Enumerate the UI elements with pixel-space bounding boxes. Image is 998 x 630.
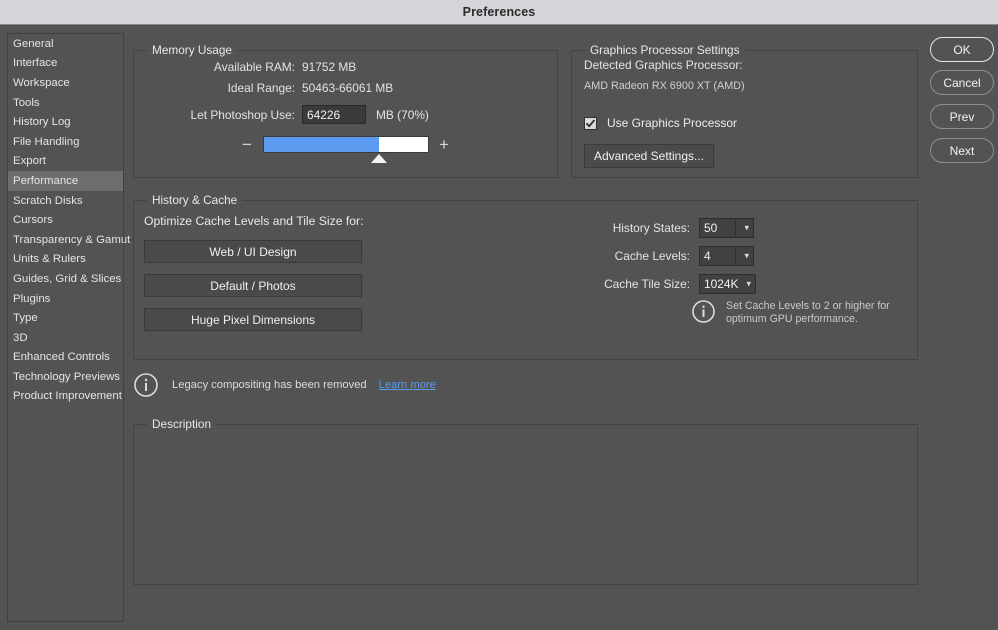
graphics-processor-panel: Graphics Processor Settings Detected Gra… <box>571 43 918 178</box>
dropdown-separator <box>735 219 736 237</box>
sidebar-item-cursors[interactable]: Cursors <box>8 210 123 230</box>
next-button[interactable]: Next <box>930 138 994 163</box>
preset-default-photos-button[interactable]: Default / Photos <box>144 274 362 297</box>
cache-levels-hint-line1: Set Cache Levels to 2 or higher for <box>726 300 890 312</box>
history-states-row: History States: 50 ▾ <box>569 218 754 238</box>
memory-usage-legend: Memory Usage <box>147 43 237 57</box>
ideal-range-value: 50463-66061 MB <box>302 81 394 95</box>
graphics-processor-legend: Graphics Processor Settings <box>585 43 745 57</box>
checkmark-icon <box>585 119 596 128</box>
detected-gpu-label: Detected Graphics Processor: <box>584 58 743 72</box>
use-graphics-processor-checkbox[interactable]: Use Graphics Processor <box>584 116 737 130</box>
cache-levels-dropdown[interactable]: 4 ▾ <box>699 246 754 266</box>
cache-levels-hint-text: Set Cache Levels to 2 or higher for opti… <box>716 299 890 326</box>
sidebar-item-workspace[interactable]: Workspace <box>8 73 123 93</box>
history-states-label: History States: <box>612 221 690 235</box>
sidebar-item-tools[interactable]: Tools <box>8 93 123 113</box>
description-legend: Description <box>147 417 217 431</box>
let-photoshop-use-row: Let Photoshop Use: MB (70%) <box>134 105 429 124</box>
sidebar-item-plugins[interactable]: Plugins <box>8 289 123 309</box>
preset-huge-pixel-dimensions-button[interactable]: Huge Pixel Dimensions <box>144 308 362 331</box>
advanced-settings-button[interactable]: Advanced Settings... <box>584 144 714 168</box>
cache-tile-size-label: Cache Tile Size: <box>604 277 690 291</box>
sidebar-item-guides-grid-slices[interactable]: Guides, Grid & Slices <box>8 269 123 289</box>
detected-gpu-value: AMD Radeon RX 6900 XT (AMD) <box>584 80 745 92</box>
sidebar-item-file-handling[interactable]: File Handling <box>8 132 123 152</box>
ideal-range-row: Ideal Range: 50463-66061 MB <box>134 81 394 95</box>
preset-web-ui-design-button[interactable]: Web / UI Design <box>144 240 362 263</box>
cache-tile-size-dropdown[interactable]: 1024K ▾ <box>699 274 756 294</box>
slider-decrease-icon[interactable]: − <box>242 136 252 153</box>
description-body <box>134 425 917 445</box>
cache-levels-hint: Set Cache Levels to 2 or higher for opti… <box>691 299 911 326</box>
ideal-range-label: Ideal Range: <box>227 81 295 95</box>
sidebar-item-technology-previews[interactable]: Technology Previews <box>8 367 123 387</box>
available-ram-row: Available RAM: 91752 MB <box>134 60 356 74</box>
memory-usage-panel: Memory Usage Available RAM: 91752 MB Ide… <box>133 43 558 178</box>
legacy-compositing-notice: Legacy compositing has been removed Lear… <box>133 372 436 398</box>
category-sidebar[interactable]: General Interface Workspace Tools History Lo… <box>7 33 130 622</box>
history-states-value: 50 <box>704 221 718 235</box>
available-ram-label: Available RAM: <box>213 60 295 74</box>
cache-levels-label: Cache Levels: <box>614 249 690 263</box>
sidebar-item-general[interactable]: General <box>8 34 123 54</box>
cancel-button[interactable]: Cancel <box>930 70 994 95</box>
checkbox-box[interactable] <box>584 116 597 130</box>
cache-levels-row: Cache Levels: 4 ▾ <box>569 246 754 266</box>
slider-fill <box>264 137 379 152</box>
slider-track[interactable] <box>263 136 429 153</box>
sidebar-item-history-log[interactable]: History Log <box>8 112 123 132</box>
slider-thumb[interactable] <box>371 154 388 163</box>
window-titlebar: Preferences <box>0 0 998 25</box>
history-cache-panel: History & Cache Optimize Cache Levels an… <box>133 193 918 360</box>
available-ram-value: 91752 MB <box>302 60 357 74</box>
ok-button[interactable]: OK <box>930 37 994 62</box>
prev-button[interactable]: Prev <box>930 104 994 129</box>
preferences-dialog: Preferences General Interface Workspace Too… <box>0 0 998 630</box>
memory-slider[interactable]: − + <box>242 136 472 170</box>
sidebar-item-export[interactable]: Export <box>8 152 123 172</box>
sidebar-item-3d[interactable]: 3D <box>8 328 123 348</box>
history-cache-legend: History & Cache <box>147 193 243 207</box>
info-icon <box>134 373 158 397</box>
info-icon <box>692 300 715 323</box>
description-panel: Description <box>133 417 918 585</box>
chevron-down-icon[interactable]: ▾ <box>744 223 749 234</box>
cache-levels-value: 4 <box>704 249 711 263</box>
learn-more-link[interactable]: Learn more <box>367 379 436 391</box>
use-graphics-processor-label: Use Graphics Processor <box>607 116 738 130</box>
let-photoshop-use-label: Let Photoshop Use: <box>190 107 295 122</box>
sidebar-item-product-improvement[interactable]: Product Improvement <box>8 387 123 407</box>
slider-increase-icon[interactable]: + <box>439 136 449 153</box>
sidebar-item-units-rulers[interactable]: Units & Rulers <box>8 250 123 270</box>
cache-tile-size-value: 1024K <box>704 277 739 291</box>
window-title: Preferences <box>462 5 536 19</box>
sidebar-item-enhanced-controls[interactable]: Enhanced Controls <box>8 348 123 368</box>
sidebar-item-scratch-disks[interactable]: Scratch Disks <box>8 191 123 211</box>
history-states-dropdown[interactable]: 50 ▾ <box>699 218 754 238</box>
optimize-cache-label: Optimize Cache Levels and Tile Size for: <box>144 214 364 228</box>
chevron-down-icon[interactable]: ▾ <box>746 279 751 290</box>
sidebar-item-performance[interactable]: Performance <box>8 171 123 191</box>
dropdown-separator <box>735 247 736 265</box>
cache-levels-hint-line2: optimum GPU performance. <box>726 313 858 325</box>
chevron-down-icon[interactable]: ▾ <box>744 251 749 262</box>
sidebar-item-transparency-gamut[interactable]: Transparency & Gamut <box>8 230 130 250</box>
memory-amount-input[interactable] <box>302 105 366 124</box>
cache-tile-size-row: Cache Tile Size: 1024K ▾ <box>569 274 756 294</box>
sidebar-item-interface[interactable]: Interface <box>8 54 123 74</box>
memory-amount-suffix: MB (70%) <box>376 107 429 122</box>
sidebar-item-type[interactable]: Type <box>8 308 123 328</box>
legacy-compositing-text: Legacy compositing has been removed <box>172 379 367 391</box>
